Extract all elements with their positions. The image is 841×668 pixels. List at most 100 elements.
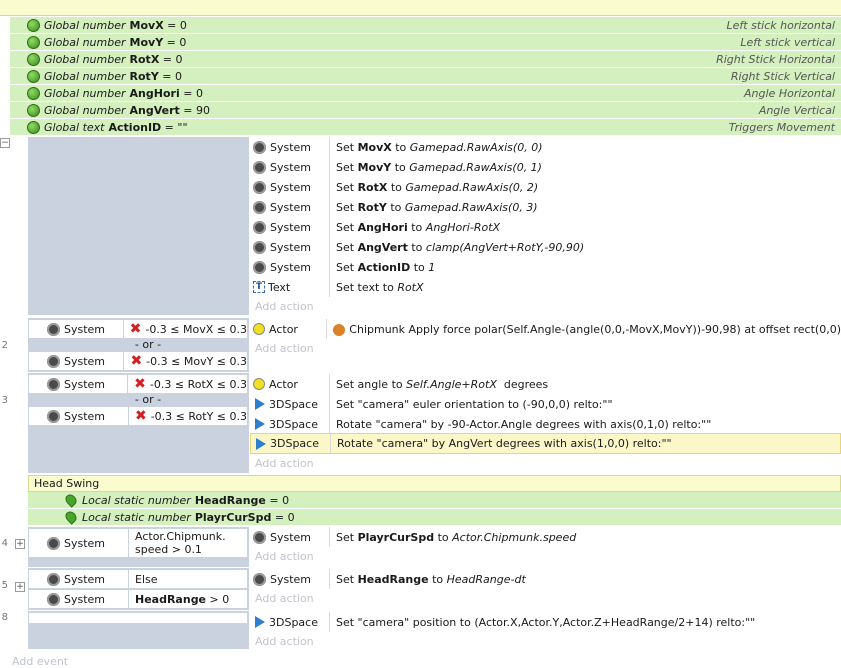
variable-value: 0: [175, 52, 183, 66]
local-variable-pin-icon: [63, 492, 79, 508]
action-row[interactable]: System Set HeadRange to HeadRange-dt: [250, 569, 841, 589]
condition-text: Else: [135, 572, 158, 586]
system-gear-icon: [47, 322, 60, 336]
variable-op: =: [179, 103, 197, 117]
variable-name: MovX: [129, 18, 164, 32]
action-row[interactable]: System Set AngVert to clamp(AngVert+RotY…: [250, 237, 841, 257]
event-block-1[interactable]: [28, 137, 249, 315]
variable-op: =: [159, 52, 176, 66]
add-action-link[interactable]: Add action: [255, 548, 314, 566]
action-object: Actor: [269, 322, 298, 336]
condition-row[interactable]: System ✖ -0.3 ≤ MovY ≤ 0.3: [28, 351, 248, 371]
system-gear-icon: [253, 572, 266, 586]
action-row[interactable]: System Set PlayrCurSpd to Actor.Chipmunk…: [250, 527, 841, 547]
inverted-condition-icon: ✖: [134, 376, 146, 392]
action-row[interactable]: 3DSpace Rotate "camera" by -90-Actor.Ang…: [250, 414, 841, 434]
event-line-number: 2: [1, 340, 8, 351]
local-variable-row[interactable]: Local static number PlayrCurSpd = 0: [28, 509, 841, 526]
action-object: 3DSpace: [269, 417, 318, 431]
condition-row[interactable]: System Actor.Chipmunk. speed > 0.1: [28, 528, 248, 558]
global-variable-icon: [27, 120, 40, 134]
action-row[interactable]: System Set MovY to Gamepad.RawAxis(0, 1): [250, 157, 841, 177]
add-action-link[interactable]: Add action: [255, 340, 314, 358]
global-variable-row[interactable]: Global number RotY = 0 Right Stick Verti…: [10, 68, 841, 85]
action-row[interactable]: System Set ActionID to 1: [250, 257, 841, 277]
condition-text: -0.3 ≤ MovX ≤ 0.3: [145, 322, 247, 336]
action-object: System: [270, 200, 312, 214]
condition-row[interactable]: System ✖ -0.3 ≤ MovX ≤ 0.3: [28, 319, 248, 339]
action-row[interactable]: System Set AngHori to AngHori-RotX: [250, 217, 841, 237]
condition-object: System: [64, 536, 106, 550]
event-line-number: 4: [1, 538, 8, 549]
condition-row[interactable]: System ✖ -0.3 ≤ RotY ≤ 0.3: [28, 406, 248, 426]
action-row[interactable]: 3DSpace Set "camera" position to (Actor.…: [250, 612, 841, 632]
expand-toggle-icon[interactable]: +: [15, 539, 25, 549]
expand-toggle-icon[interactable]: +: [15, 582, 25, 592]
variable-op: =: [271, 510, 288, 524]
global-variable-row[interactable]: Global number RotX = 0 Right Stick Horiz…: [10, 51, 841, 68]
system-gear-icon: [253, 180, 266, 194]
condition-text: HeadRange > 0: [135, 592, 230, 606]
global-variable-row[interactable]: Global number MovY = 0 Left stick vertic…: [10, 34, 841, 51]
action-text: Set AngHori to AngHori-RotX: [336, 220, 501, 234]
group-header[interactable]: Head Swing: [28, 475, 841, 492]
condition-row[interactable]: System HeadRange > 0: [28, 589, 248, 609]
action-object: System: [270, 530, 312, 544]
action-row[interactable]: T Text Set text to RotX: [250, 277, 841, 297]
empty-condition-row[interactable]: [28, 612, 248, 624]
condition-object: System: [64, 572, 106, 586]
variable-op: =: [161, 120, 178, 134]
action-object: 3DSpace: [269, 397, 318, 411]
global-variable-row[interactable]: Global number AngVert = 90 Angle Vertica…: [10, 102, 841, 119]
local-variable-row[interactable]: Local static number HeadRange = 0: [28, 492, 841, 509]
variable-value: 0: [195, 86, 203, 100]
system-gear-icon: [47, 592, 60, 606]
action-text: Set HeadRange to HeadRange-dt: [336, 572, 526, 586]
action-text: Set AngVert to clamp(AngVert+RotY,-90,90…: [336, 240, 585, 254]
selected-action-row[interactable]: 3DSpace Rotate "camera" by AngVert degre…: [250, 433, 841, 454]
action-row[interactable]: 3DSpace Set "camera" euler orientation t…: [250, 394, 841, 414]
variable-comment: Left stick vertical: [740, 35, 835, 49]
add-action-link[interactable]: Add action: [255, 455, 314, 473]
variable-name: AngHori: [129, 86, 180, 100]
action-row[interactable]: System Set RotY to Gamepad.RawAxis(0, 3): [250, 197, 841, 217]
condition-object: System: [64, 377, 106, 391]
action-object: 3DSpace: [270, 437, 319, 450]
variable-name: HeadRange: [194, 493, 266, 507]
action-row[interactable]: Actor Chipmunk Apply force polar(Self.An…: [250, 319, 841, 339]
variable-value: 0: [179, 35, 187, 49]
system-gear-icon: [253, 220, 266, 234]
action-object: System: [270, 220, 312, 234]
chipmunk-behavior-icon: [333, 323, 346, 336]
global-variable-row[interactable]: Global text ActionID = "" Triggers Movem…: [10, 119, 841, 136]
add-action-link[interactable]: Add action: [255, 298, 314, 316]
add-action-link[interactable]: Add action: [255, 633, 314, 651]
action-object: System: [270, 572, 312, 586]
condition-row[interactable]: System Else: [28, 569, 248, 589]
variable-name: PlayrCurSpd: [194, 510, 272, 524]
variable-kind: Global text: [44, 120, 105, 134]
variable-value: 0: [282, 493, 290, 507]
action-row[interactable]: Actor Set angle to Self.Angle+RotX degre…: [250, 374, 841, 394]
add-event-link[interactable]: Add event: [12, 655, 68, 668]
condition-object: System: [64, 322, 106, 336]
system-gear-icon: [47, 572, 60, 586]
action-row[interactable]: System Set MovX to Gamepad.RawAxis(0, 0): [250, 137, 841, 157]
system-gear-icon: [253, 200, 266, 214]
action-object: System: [270, 140, 312, 154]
global-variable-row[interactable]: Global number MovX = 0 Left stick horizo…: [10, 17, 841, 34]
action-object: 3DSpace: [269, 615, 318, 629]
condition-row[interactable]: System ✖ -0.3 ≤ RotX ≤ 0.3: [28, 374, 248, 394]
variable-kind: Global number: [44, 103, 126, 117]
action-text: Set angle to Self.Angle+RotX degrees: [336, 377, 549, 391]
variable-value: 0: [179, 18, 187, 32]
collapse-toggle-icon[interactable]: −: [0, 138, 10, 148]
event-line-number: 8: [1, 612, 8, 623]
action-row[interactable]: System Set RotX to Gamepad.RawAxis(0, 2): [250, 177, 841, 197]
system-gear-icon: [253, 260, 266, 274]
variable-kind: Global number: [44, 52, 126, 66]
action-text: Set PlayrCurSpd to Actor.Chipmunk.speed: [336, 530, 577, 544]
add-action-link[interactable]: Add action: [255, 590, 314, 608]
3d-space-icon: [255, 418, 265, 430]
global-variable-row[interactable]: Global number AngHori = 0 Angle Horizont…: [10, 85, 841, 102]
